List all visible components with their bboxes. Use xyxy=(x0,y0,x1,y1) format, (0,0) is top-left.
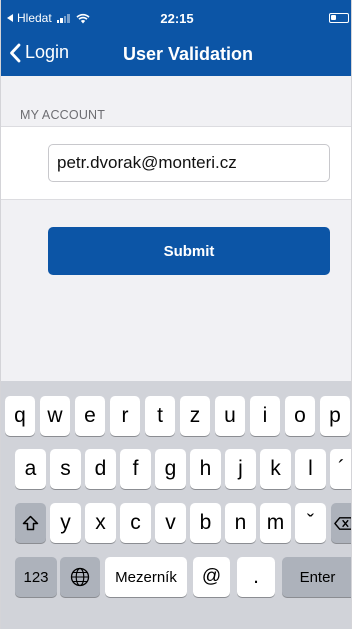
key-o[interactable]: o xyxy=(285,396,315,436)
navigation-bar: Login User Validation xyxy=(1,33,351,76)
key-y[interactable]: y xyxy=(50,503,81,543)
key-c[interactable]: c xyxy=(120,503,151,543)
key-s[interactable]: s xyxy=(50,449,81,489)
onscreen-keyboard: q w e r t z u i o p a s d f g h j k l ´ … xyxy=(1,381,351,629)
battery-icon xyxy=(329,13,349,23)
globe-key[interactable] xyxy=(60,557,100,597)
enter-key[interactable]: Enter xyxy=(282,557,351,597)
key-i[interactable]: i xyxy=(250,396,280,436)
chevron-left-icon xyxy=(10,43,21,62)
key-acute[interactable]: ´ xyxy=(330,449,351,489)
key-w[interactable]: w xyxy=(40,396,70,436)
back-button[interactable]: Login xyxy=(9,42,69,63)
key-r[interactable]: r xyxy=(110,396,140,436)
space-key[interactable]: Mezerník xyxy=(105,557,187,597)
submit-button[interactable]: Submit xyxy=(48,227,330,275)
backspace-key[interactable] xyxy=(331,503,351,543)
key-f[interactable]: f xyxy=(120,449,151,489)
key-j[interactable]: j xyxy=(225,449,256,489)
at-key[interactable]: @ xyxy=(193,557,230,597)
shift-arrow-icon xyxy=(22,515,39,531)
dot-key[interactable]: . xyxy=(237,557,275,597)
key-q[interactable]: q xyxy=(5,396,35,436)
page-title: User Validation xyxy=(123,44,254,64)
key-l[interactable]: l xyxy=(295,449,326,489)
app-screen: Hledat 22:15 Login User Validation MY AC… xyxy=(0,0,352,629)
numbers-key[interactable]: 123 xyxy=(15,557,57,597)
email-cell xyxy=(1,126,351,200)
key-e[interactable]: e xyxy=(75,396,105,436)
key-x[interactable]: x xyxy=(85,503,116,543)
key-m[interactable]: m xyxy=(260,503,291,543)
key-z[interactable]: z xyxy=(180,396,210,436)
key-g[interactable]: g xyxy=(155,449,186,489)
key-t[interactable]: t xyxy=(145,396,175,436)
email-field[interactable] xyxy=(48,144,330,182)
backspace-icon xyxy=(334,516,351,530)
key-b[interactable]: b xyxy=(190,503,221,543)
key-p[interactable]: p xyxy=(320,396,350,436)
key-v[interactable]: v xyxy=(155,503,186,543)
key-n[interactable]: n xyxy=(225,503,256,543)
key-caron[interactable]: ˇ xyxy=(295,503,326,543)
key-a[interactable]: a xyxy=(15,449,46,489)
shift-key[interactable] xyxy=(15,503,46,543)
status-time: 22:15 xyxy=(160,11,194,26)
key-h[interactable]: h xyxy=(190,449,221,489)
key-u[interactable]: u xyxy=(215,396,245,436)
globe-icon xyxy=(70,567,90,587)
form-area: MY ACCOUNT Submit xyxy=(1,76,351,381)
status-bar: Hledat 22:15 xyxy=(1,0,351,33)
key-d[interactable]: d xyxy=(85,449,116,489)
back-button-label: Login xyxy=(25,42,70,62)
key-k[interactable]: k xyxy=(260,449,291,489)
section-header: MY ACCOUNT xyxy=(20,108,106,122)
